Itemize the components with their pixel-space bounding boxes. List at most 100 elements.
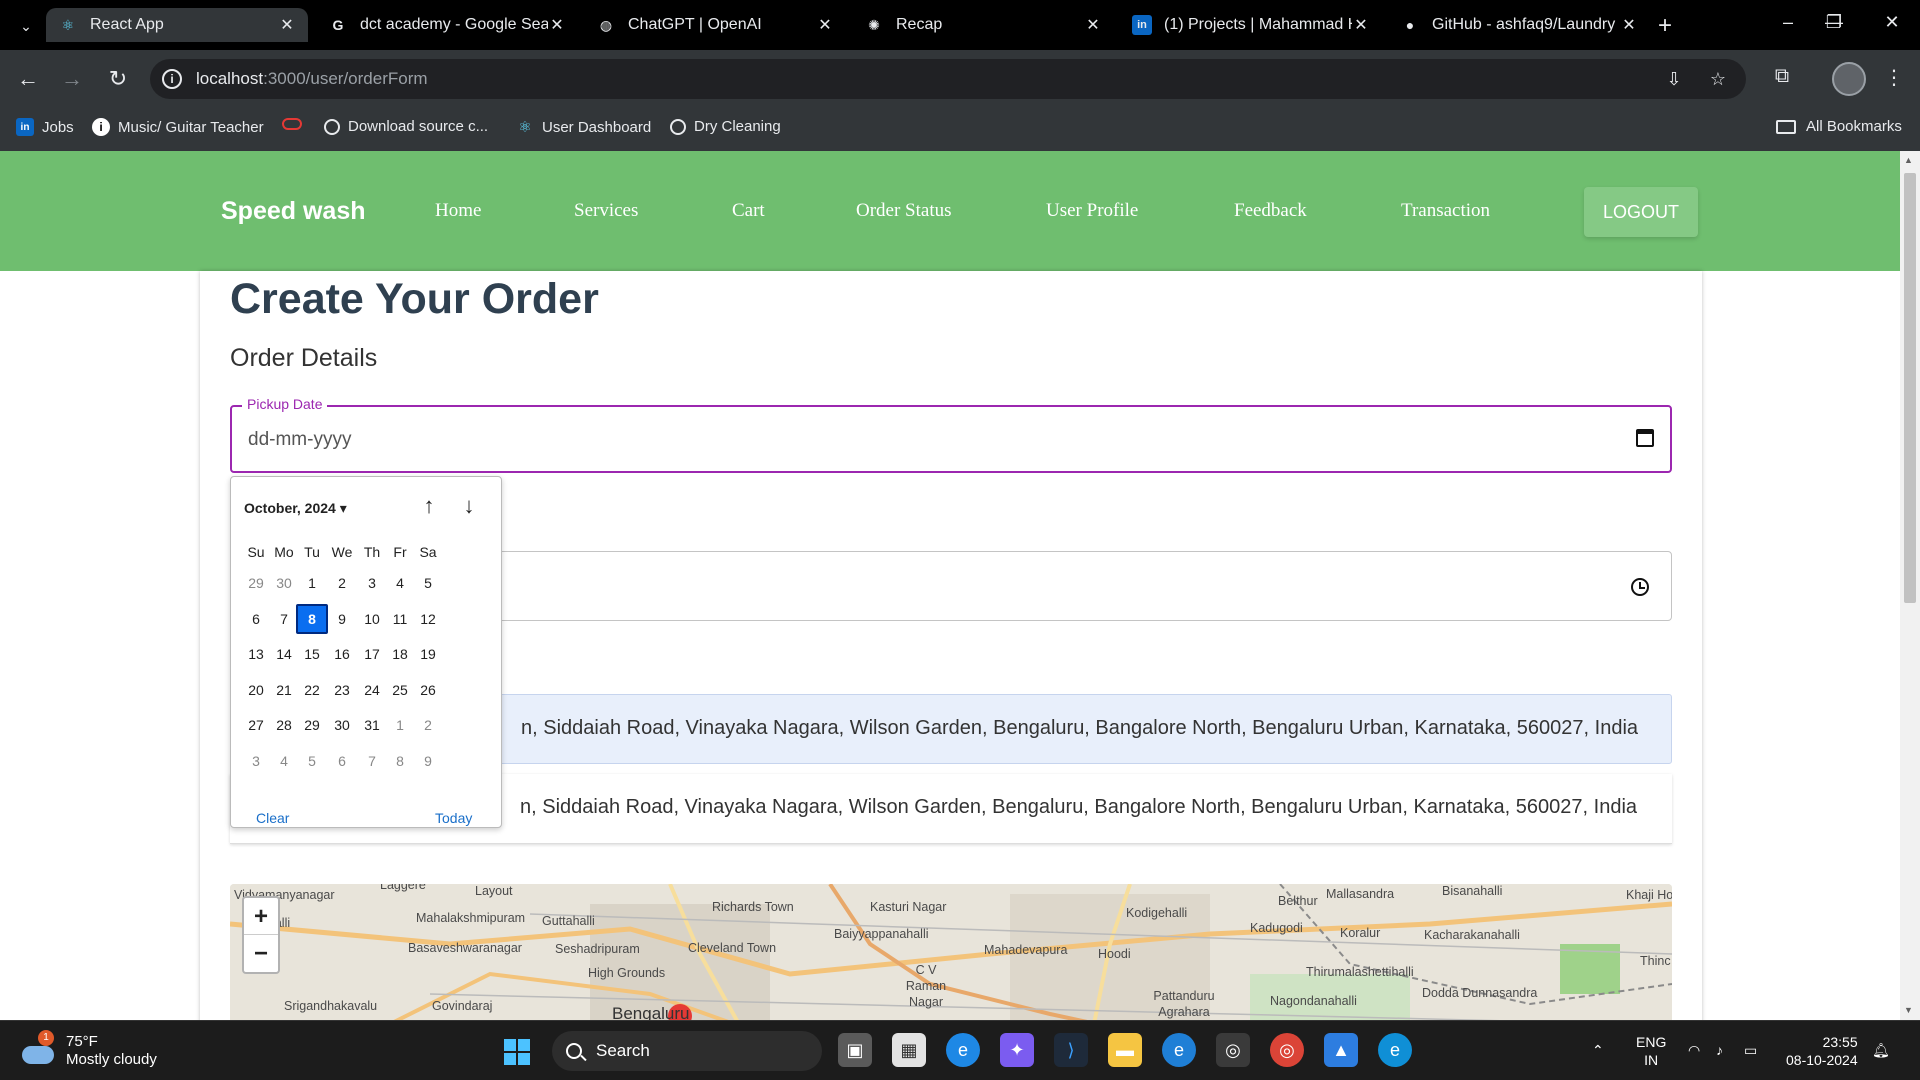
close-icon[interactable]: ✕	[1084, 15, 1102, 35]
task-view-icon[interactable]: ▣	[838, 1033, 872, 1067]
scroll-down-icon[interactable]: ▼	[1904, 1005, 1913, 1015]
new-tab-icon[interactable]: +	[1652, 12, 1678, 40]
calendar-day[interactable]: 15	[296, 639, 328, 669]
start-windows-icon[interactable]	[504, 1039, 530, 1065]
pickup-date-value[interactable]: dd-mm-yyyy	[248, 429, 351, 451]
tab-search-chevron-icon[interactable]: ⌄	[14, 14, 38, 38]
taskbar-search[interactable]: Search	[552, 1031, 822, 1071]
battery-icon[interactable]: ▭	[1744, 1041, 1757, 1059]
minimize-window-icon[interactable]: –	[1776, 12, 1800, 33]
tab-linkedin[interactable]: in (1) Projects | Mahammad H ✕	[1120, 8, 1382, 42]
back-icon[interactable]: ←	[14, 65, 42, 93]
chrome-icon[interactable]: ◎	[1270, 1033, 1304, 1067]
reload-icon[interactable]: ↻	[104, 65, 132, 93]
profile-avatar[interactable]	[1832, 62, 1866, 96]
brand-logo[interactable]: Speed wash	[221, 197, 366, 226]
zoom-out-button[interactable]: −	[244, 935, 278, 972]
page-scrollbar[interactable]: ▲ ▼	[1900, 151, 1920, 1020]
calendar-day[interactable]: 9	[326, 604, 358, 634]
previous-month-arrow-icon[interactable]: ↑	[417, 493, 441, 519]
nav-feedback[interactable]: Feedback	[1234, 200, 1307, 222]
all-bookmarks[interactable]: All Bookmarks	[1776, 118, 1902, 135]
restore-icon[interactable]: ❐	[1822, 12, 1846, 33]
calendar-day[interactable]: 9	[412, 746, 444, 776]
pickup-date-field[interactable]: Pickup Date dd-mm-yyyy	[230, 396, 1672, 473]
next-month-arrow-icon[interactable]: ↓	[457, 493, 481, 519]
tab-react-app[interactable]: ⚛ React App ✕	[46, 8, 308, 42]
tray-chevron-up-icon[interactable]: ⌃	[1592, 1041, 1604, 1059]
calendar-day[interactable]: 2	[326, 568, 358, 598]
calendar-day[interactable]: 2	[412, 710, 444, 740]
calendar-day[interactable]: 5	[296, 746, 328, 776]
calendar-day[interactable]: 1	[296, 568, 328, 598]
weather-widget[interactable]: 1 75°F Mostly cloudy	[22, 1030, 157, 1069]
clock-icon[interactable]	[1631, 578, 1649, 596]
calendar-day[interactable]: 23	[326, 675, 358, 705]
calendar-day[interactable]: 30	[326, 710, 358, 740]
edge-dev-icon[interactable]: e	[1378, 1033, 1412, 1067]
scroll-up-icon[interactable]: ▲	[1904, 155, 1913, 165]
edge-icon[interactable]: e	[1162, 1033, 1196, 1067]
file-explorer-icon[interactable]: ▬	[1108, 1033, 1142, 1067]
calendar-day[interactable]: 5	[412, 568, 444, 598]
close-icon[interactable]: ✕	[1352, 15, 1370, 35]
tab-google-search[interactable]: G dct academy - Google Sear ✕	[316, 8, 578, 42]
extensions-icon[interactable]: ⧉	[1768, 65, 1796, 88]
menu-icon[interactable]: ⋮	[1880, 65, 1908, 90]
calendar-day[interactable]: 8	[296, 603, 328, 634]
volume-icon[interactable]: ♪	[1716, 1041, 1723, 1059]
bookmark-user-dashboard[interactable]: ⚛ User Dashboard	[516, 118, 651, 137]
calendar-day[interactable]: 29	[296, 710, 328, 740]
close-icon[interactable]: ✕	[816, 15, 834, 35]
install-app-icon[interactable]: ⇩	[1662, 69, 1686, 90]
close-window-icon[interactable]: ✕	[1880, 12, 1904, 33]
today-button[interactable]: Today	[435, 810, 472, 826]
nav-order-status[interactable]: Order Status	[856, 200, 952, 222]
month-year-selector[interactable]: October, 2024 ▾	[244, 500, 347, 517]
tab-chatgpt[interactable]: ◍ ChatGPT | OpenAI ✕	[584, 8, 846, 42]
store-icon[interactable]: ▦	[892, 1033, 926, 1067]
vscode-icon[interactable]: ⟩	[1054, 1033, 1088, 1067]
calendar-day[interactable]: 6	[326, 746, 358, 776]
map-view[interactable]: Vidyamanyanagar hahalli Mahalakshmipuram…	[230, 884, 1672, 1020]
nav-transaction[interactable]: Transaction	[1401, 200, 1490, 222]
language-indicator[interactable]: ENG IN	[1636, 1033, 1666, 1069]
calendar-day[interactable]: 19	[412, 639, 444, 669]
bookmark-download-source[interactable]: Download source c...	[324, 118, 488, 135]
bookmark-red-ring[interactable]	[282, 118, 310, 130]
scroll-thumb[interactable]	[1904, 173, 1916, 603]
calendar-day[interactable]: 12	[412, 604, 444, 634]
tab-github[interactable]: ● GitHub - ashfaq9/Laundry ✕	[1388, 8, 1650, 42]
nav-cart[interactable]: Cart	[732, 200, 765, 222]
nav-user-profile[interactable]: User Profile	[1046, 200, 1138, 222]
tab-recap[interactable]: ✺ Recap ✕	[852, 8, 1114, 42]
url-text[interactable]: localhost:3000/user/orderForm	[196, 69, 428, 89]
nav-home[interactable]: Home	[435, 200, 481, 222]
calendar-day[interactable]: 26	[412, 675, 444, 705]
bookmark-star-icon[interactable]: ☆	[1706, 69, 1730, 90]
nav-services[interactable]: Services	[574, 200, 638, 222]
wifi-icon[interactable]: ◠	[1688, 1041, 1700, 1059]
bookmark-jobs[interactable]: in Jobs	[16, 118, 74, 136]
site-info-icon[interactable]: i	[162, 69, 182, 89]
zoom-in-button[interactable]: +	[244, 898, 278, 935]
notification-bell-icon[interactable]: 🔔︎	[1872, 1041, 1890, 1059]
logout-button[interactable]: LOGOUT	[1584, 187, 1698, 237]
calendar-day[interactable]: 16	[326, 639, 358, 669]
map-label: Mahadevapura	[984, 943, 1068, 957]
clock[interactable]: 23:55 08-10-2024	[1786, 1033, 1858, 1069]
forward-icon[interactable]: →	[58, 65, 86, 93]
photos-icon[interactable]: ▲	[1324, 1033, 1358, 1067]
close-icon[interactable]: ✕	[1620, 15, 1638, 35]
clear-date-button[interactable]: Clear	[256, 810, 289, 826]
address-bar[interactable]: i localhost:3000/user/orderForm ⇩ ☆	[150, 59, 1746, 99]
calendar-day[interactable]: 22	[296, 675, 328, 705]
bookmark-dry-cleaning[interactable]: Dry Cleaning	[670, 118, 781, 135]
calendar-icon[interactable]	[1636, 429, 1654, 447]
copilot-icon[interactable]: ✦	[1000, 1033, 1034, 1067]
close-icon[interactable]: ✕	[548, 15, 566, 35]
edge-beta-icon[interactable]: e	[946, 1033, 980, 1067]
chrome-active-icon[interactable]: ◎	[1216, 1033, 1250, 1067]
bookmark-music-teacher[interactable]: i Music/ Guitar Teacher	[92, 118, 264, 136]
close-icon[interactable]: ✕	[278, 15, 296, 35]
